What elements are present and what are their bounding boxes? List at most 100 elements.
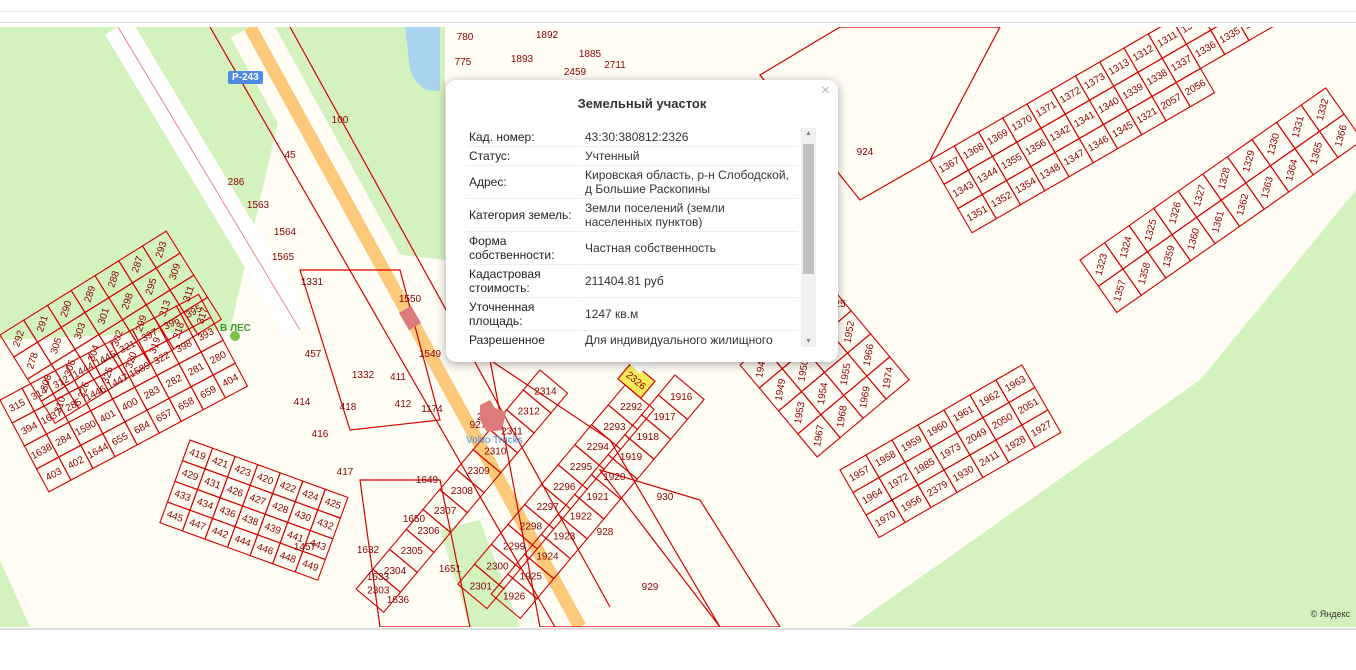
parcel[interactable]: 1357 <box>1097 268 1143 314</box>
parcel-number: 2309 <box>467 466 490 477</box>
info-row: Уточненная площадь: 1247 кв.м <box>466 298 798 331</box>
parcel[interactable]: 280 <box>200 339 237 376</box>
parcel-number: 1921 <box>587 492 610 503</box>
scroll-up-arrow-icon[interactable]: ▲ <box>801 130 816 137</box>
parcel-number: 1358 <box>1137 261 1153 286</box>
parcel[interactable]: 1363 <box>1245 164 1290 210</box>
parcel-number: 394 <box>20 420 40 438</box>
parcel-number: 2300 <box>486 562 509 573</box>
parcel[interactable]: 1361 <box>1195 199 1241 245</box>
parcel-number: 2294 <box>587 442 610 453</box>
poi-forest-label[interactable]: В ЛЕС <box>220 323 251 334</box>
info-label: Категория земель: <box>466 199 580 232</box>
parcel[interactable]: 1326 <box>1152 190 1198 236</box>
parcel[interactable]: 1331 <box>1275 104 1321 150</box>
parcel[interactable]: 422 <box>271 472 304 503</box>
parcel[interactable]: 420 <box>249 463 281 495</box>
parcel-number: 1369 <box>985 127 1010 148</box>
parcel-number: 1968 <box>835 404 850 428</box>
parcel-number: 1949 <box>774 378 789 402</box>
parcel-number: 659 <box>199 384 219 402</box>
parcel-number: 1457 <box>294 542 317 553</box>
parcel[interactable]: 436 <box>211 497 244 528</box>
parcel-number: 414 <box>294 397 311 408</box>
parcel[interactable]: 432 <box>309 509 342 540</box>
parcel[interactable]: 424 <box>294 480 327 511</box>
parcel[interactable]: 2051 <box>1008 386 1049 426</box>
parcel[interactable]: 434 <box>189 488 221 520</box>
parcel-number: 1313 <box>1107 57 1132 78</box>
parcel[interactable]: 1365 <box>1294 130 1339 176</box>
parcel[interactable]: 428 <box>264 492 296 524</box>
parcel[interactable]: 1332 <box>1300 87 1345 133</box>
parcel[interactable]: 445 <box>159 501 191 532</box>
parcel[interactable]: 1359 <box>1146 233 1192 279</box>
parcel[interactable]: 433 <box>166 480 199 511</box>
parcel[interactable]: 442 <box>204 517 236 549</box>
parcel[interactable]: 447 <box>181 509 214 540</box>
parcel[interactable]: 1362 <box>1220 182 1265 228</box>
parcel[interactable]: 1323 <box>1079 242 1124 287</box>
parcel-number: 1638 <box>29 442 54 462</box>
parcel[interactable]: 439 <box>256 513 289 544</box>
info-row: Категория земель: Земли поселений (земли … <box>466 199 798 232</box>
parcel-number: 2051 <box>1016 396 1041 417</box>
parcel-number: 1632 <box>357 545 380 556</box>
parcel[interactable]: 1327 <box>1177 173 1222 219</box>
parcel-number: 1325 <box>1143 218 1159 243</box>
parcel-number: 1963 <box>1003 374 1028 395</box>
parcel[interactable]: 426 <box>219 476 251 507</box>
parcel[interactable]: 404 <box>212 362 249 399</box>
parcel-number: 1960 <box>925 419 950 440</box>
parcel[interactable]: 1330 <box>1251 121 1296 167</box>
parcel[interactable]: 1963 <box>995 364 1036 404</box>
parcel-number: 284 <box>54 431 74 449</box>
info-value: Учтенный <box>582 147 798 166</box>
parcel-number: 426 <box>225 484 245 500</box>
parcel[interactable]: 427 <box>241 484 274 515</box>
parcel[interactable]: 1329 <box>1226 138 1272 184</box>
parcel[interactable]: 1328 <box>1202 155 1247 201</box>
parcel-number: 283 <box>142 384 162 402</box>
popup-pointer <box>626 360 654 374</box>
parcel-number: 1366 <box>1333 123 1349 148</box>
parcel[interactable]: 438 <box>234 505 266 536</box>
parcel-number: 1923 <box>553 532 576 543</box>
parcel-number: 1345 <box>1110 120 1135 141</box>
parcel[interactable]: 423 <box>226 455 259 487</box>
parcel[interactable]: 1358 <box>1122 251 1167 296</box>
parcel-number: 1917 <box>653 412 676 423</box>
parcel[interactable]: 421 <box>204 447 236 478</box>
scroll-down-arrow-icon[interactable]: ▼ <box>801 338 816 345</box>
parcel[interactable]: 431 <box>196 468 229 499</box>
parcel[interactable]: 446 <box>249 534 281 565</box>
parcel[interactable]: 1324 <box>1103 224 1149 270</box>
popup-scrollbar[interactable]: ▲ ▼ <box>801 128 816 347</box>
parcel-number: 1340 <box>1096 95 1121 116</box>
parcel-number: 1649 <box>416 475 439 486</box>
parcel-number: 1953 <box>793 401 808 425</box>
parcel[interactable]: 429 <box>174 459 206 491</box>
parcel-number: 444 <box>233 534 253 550</box>
parcel[interactable]: 1360 <box>1171 216 1216 262</box>
parcel[interactable]: 1325 <box>1128 207 1173 253</box>
scroll-thumb[interactable] <box>803 144 814 274</box>
parcel-number: 684 <box>132 419 152 437</box>
poi-volvo-trucks[interactable]: Volvo Trucks <box>466 435 523 446</box>
parcel-number: 1335 <box>1218 27 1243 46</box>
parcel[interactable]: 425 <box>317 488 349 519</box>
parcel-number: 1973 <box>938 441 963 462</box>
parcel-number: 1346 <box>1086 134 1111 155</box>
parcel-number: 305 <box>49 336 65 356</box>
parcel-number: 1371 <box>1034 99 1059 120</box>
parcel-number: 428 <box>270 500 290 516</box>
parcel-number: 1972 <box>886 471 911 492</box>
parcel[interactable]: 444 <box>226 525 259 557</box>
parcel[interactable]: 449 <box>294 550 326 581</box>
parcel-number: 2711 <box>604 60 626 71</box>
parcel[interactable]: 430 <box>287 501 319 532</box>
parcel[interactable]: 1927 <box>1021 409 1062 449</box>
parcel[interactable]: 419 <box>181 439 214 470</box>
parcel[interactable]: 1364 <box>1269 147 1315 193</box>
parcel-number: 1924 <box>536 552 559 563</box>
